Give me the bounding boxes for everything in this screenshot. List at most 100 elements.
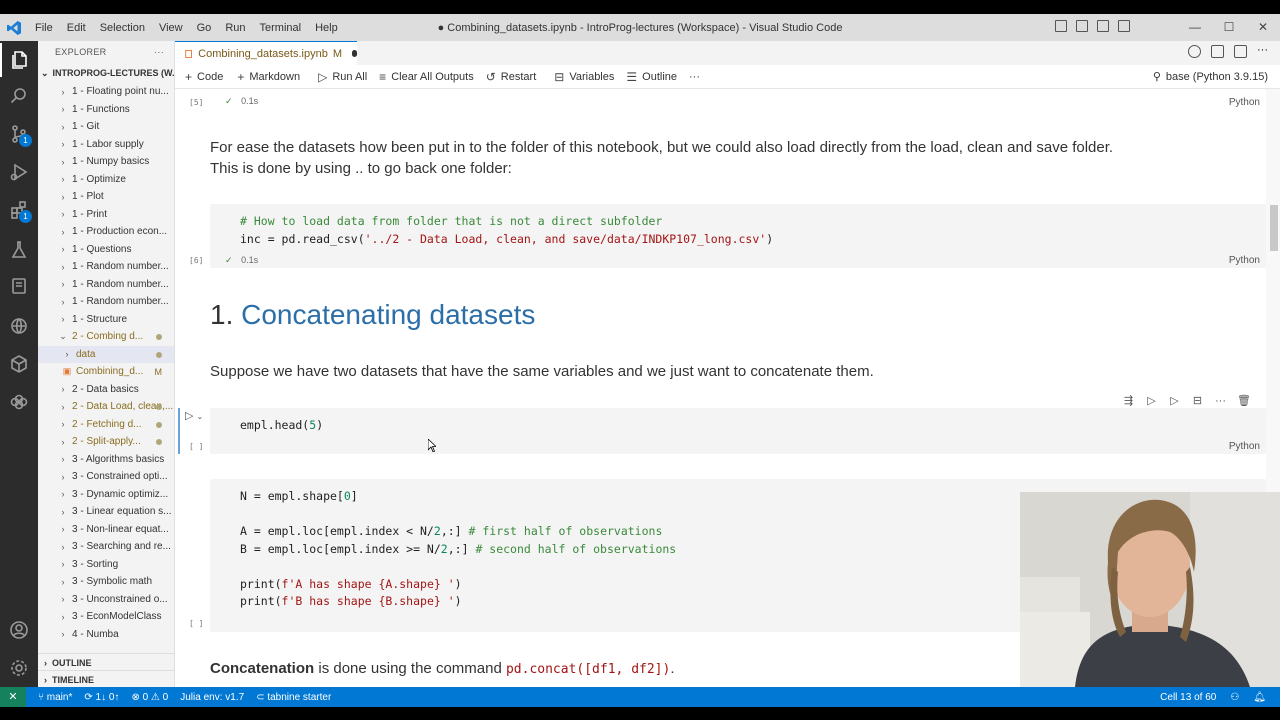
cell-position[interactable]: Cell 13 of 60 xyxy=(1160,692,1216,703)
unsaved-dot-icon[interactable] xyxy=(351,50,357,57)
problems-indicator[interactable]: ⊗ 0 ⚠ 0 xyxy=(131,692,168,703)
menu-edit[interactable]: Edit xyxy=(60,22,93,34)
minimize-button[interactable]: — xyxy=(1178,14,1212,41)
toolbar-more-button[interactable]: ··· xyxy=(689,71,700,83)
folder-item[interactable]: › 1 - Questions xyxy=(38,241,174,259)
customize-layout-icon[interactable] xyxy=(1118,20,1130,32)
folder-item[interactable]: › 3 - Dynamic optimiz... xyxy=(38,486,174,504)
file-item[interactable]: ▣ Combining_d... M xyxy=(38,363,174,381)
account-icon[interactable] xyxy=(0,613,38,647)
markdown-cell[interactable]: Concatenation is done using the command … xyxy=(210,658,675,680)
folder-item[interactable]: › 1 - Random number... xyxy=(38,276,174,294)
run-cell-button[interactable]: ▷ ⌄ xyxy=(185,409,203,422)
cell-language[interactable]: Python xyxy=(1229,441,1260,452)
toggle-secondary-sidebar-icon[interactable] xyxy=(1097,20,1109,32)
outline-section[interactable]: › OUTLINE xyxy=(38,653,174,671)
timeline-section[interactable]: › TIMELINE xyxy=(38,670,174,687)
remote-icon[interactable] xyxy=(0,309,38,343)
menu-help[interactable]: Help xyxy=(308,22,345,34)
tab-combining-datasets[interactable]: Combining_datasets.ipynb M xyxy=(175,41,357,65)
extensions-icon[interactable]: 1 xyxy=(0,193,38,227)
folder-item[interactable]: › 1 - Git xyxy=(38,118,174,136)
folder-item[interactable]: › 3 - Sorting xyxy=(38,556,174,574)
kernel-picker[interactable]: ⚲ base (Python 3.9.15) xyxy=(1153,70,1268,83)
folder-item[interactable]: › 1 - Plot xyxy=(38,188,174,206)
variables-button[interactable]: ⊟ Variables xyxy=(554,70,614,84)
git-sync[interactable]: ⟳ 1↓ 0↑ xyxy=(84,692,119,703)
menu-selection[interactable]: Selection xyxy=(93,22,152,34)
code-editor[interactable]: # How to load data from folder that is n… xyxy=(240,213,773,248)
folder-item[interactable]: › 2 - Data Load, clean,... xyxy=(38,398,174,416)
menu-file[interactable]: File xyxy=(28,22,60,34)
folder-item[interactable]: › 3 - Symbolic math xyxy=(38,573,174,591)
folder-item[interactable]: › 3 - Constrained opti... xyxy=(38,468,174,486)
execute-below-icon[interactable]: ▷ xyxy=(1168,395,1181,408)
toggle-primary-sidebar-icon[interactable] xyxy=(1055,20,1067,32)
execute-above-icon[interactable]: ▷ xyxy=(1145,395,1158,408)
folder-item[interactable]: › 3 - Non-linear equat... xyxy=(38,521,174,539)
julia-env[interactable]: Julia env: v1.7 xyxy=(180,692,244,703)
git-branch[interactable]: ⑂ main* xyxy=(38,692,72,703)
folder-item[interactable]: › 2 - Fetching d... xyxy=(38,416,174,434)
notifications-icon[interactable]: 🔔︎ xyxy=(1253,692,1266,703)
menu-view[interactable]: View xyxy=(152,22,190,34)
outline-button[interactable]: ☰ Outline xyxy=(626,70,677,84)
folder-item[interactable]: › 1 - Numpy basics xyxy=(38,153,174,171)
add-code-cell-button[interactable]: + Code xyxy=(185,70,223,84)
maximize-button[interactable]: ☐ xyxy=(1212,14,1246,41)
clear-all-outputs-button[interactable]: ≡ Clear All Outputs xyxy=(379,70,474,84)
code-cell[interactable]: # How to load data from folder that is n… xyxy=(210,204,1266,268)
run-by-line-icon[interactable]: ⇶ xyxy=(1122,395,1135,408)
folder-item[interactable]: › 1 - Floating point nu... xyxy=(38,83,174,101)
gear-icon[interactable] xyxy=(1188,45,1201,58)
feedback-icon[interactable]: ⚇ xyxy=(1230,692,1239,703)
folder-item[interactable]: › 2 - Split-apply... xyxy=(38,433,174,451)
toggle-panel-icon[interactable] xyxy=(1076,20,1088,32)
menu-go[interactable]: Go xyxy=(190,22,219,34)
split-cell-icon[interactable]: ⊟ xyxy=(1191,395,1204,408)
folder-item[interactable]: › 1 - Structure xyxy=(38,311,174,329)
restart-button[interactable]: ↺ Restart xyxy=(486,70,537,84)
folder-item[interactable]: › 3 - Unconstrained o... xyxy=(38,591,174,609)
more-actions-icon[interactable]: ··· xyxy=(1257,45,1270,58)
folder-item[interactable]: › 1 - Functions xyxy=(38,101,174,119)
scrollbar-thumb[interactable] xyxy=(1270,205,1278,251)
menu-run[interactable]: Run xyxy=(218,22,252,34)
code-cell-focused[interactable]: empl.head(5) xyxy=(210,408,1266,454)
menu-terminal[interactable]: Terminal xyxy=(253,22,309,34)
workspace-root[interactable]: ⌄ INTROPROG-LECTURES (W... xyxy=(38,63,174,83)
python-icon[interactable] xyxy=(0,385,38,419)
folder-item[interactable]: › 1 - Production econ... xyxy=(38,223,174,241)
notebook-icon[interactable] xyxy=(0,269,38,303)
folder-item[interactable]: › 3 - Linear equation s... xyxy=(38,503,174,521)
split-editor-icon[interactable] xyxy=(1234,45,1247,58)
folder-item[interactable]: › data xyxy=(38,345,174,363)
folder-item[interactable]: ⌄ 2 - Combing d... xyxy=(38,328,174,346)
folder-item[interactable]: › 3 - Searching and re... xyxy=(38,538,174,556)
folder-item[interactable]: › 3 - EconModelClass xyxy=(38,608,174,626)
folder-item[interactable]: › 1 - Optimize xyxy=(38,171,174,189)
settings-icon[interactable] xyxy=(0,651,38,685)
code-editor[interactable]: empl.head(5) xyxy=(240,417,323,435)
folder-item[interactable]: › 3 - Algorithms basics xyxy=(38,451,174,469)
cell-more-icon[interactable]: ··· xyxy=(1214,395,1227,408)
explorer-more-button[interactable]: ··· xyxy=(154,47,164,57)
explorer-icon[interactable] xyxy=(0,43,38,77)
markdown-cell[interactable]: Suppose we have two datasets that have t… xyxy=(210,361,874,382)
markdown-cell[interactable]: For ease the datasets how been put in to… xyxy=(210,137,1113,179)
folder-item[interactable]: › 1 - Random number... xyxy=(38,258,174,276)
folder-item[interactable]: › 1 - Print xyxy=(38,206,174,224)
code-editor[interactable]: N = empl.shape[0] A = empl.loc[empl.inde… xyxy=(240,488,676,611)
close-button[interactable]: ✕ xyxy=(1246,14,1280,41)
cell-language[interactable]: Python xyxy=(1229,97,1260,108)
run-all-button[interactable]: ▷ Run All xyxy=(318,70,367,84)
testing-icon[interactable] xyxy=(0,233,38,267)
folder-item[interactable]: › 1 - Labor supply xyxy=(38,136,174,154)
remote-indicator-icon[interactable]: ✕ xyxy=(0,687,26,707)
run-debug-icon[interactable] xyxy=(0,155,38,189)
jupyter-icon[interactable] xyxy=(0,347,38,381)
add-markdown-cell-button[interactable]: + Markdown xyxy=(237,70,300,84)
compare-icon[interactable] xyxy=(1211,45,1224,58)
tabnine-status[interactable]: ⊂ tabnine starter xyxy=(256,692,331,703)
source-control-icon[interactable]: 1 xyxy=(0,117,38,151)
